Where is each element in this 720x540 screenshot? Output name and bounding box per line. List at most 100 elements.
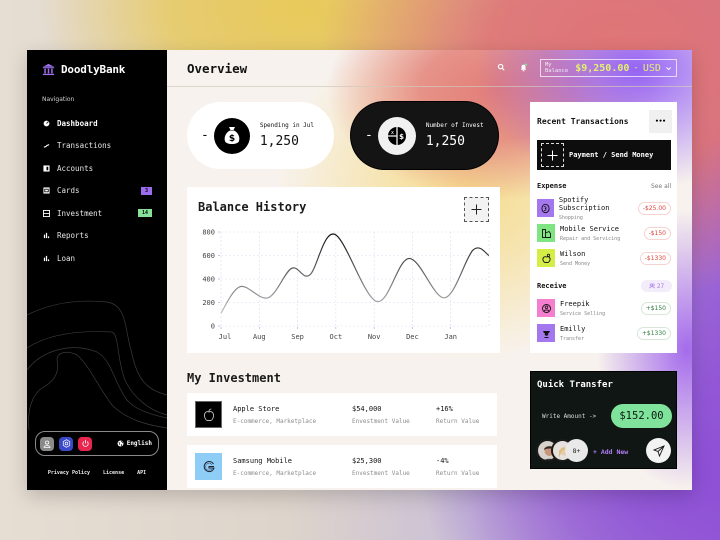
investment-count-badge: 14 (137, 209, 152, 218)
quick-transfer-title: Quick Transfer (537, 380, 613, 390)
receive-item[interactable]: Freepik Service Selling +$150 (537, 297, 671, 319)
stat-label: Number of Invest (425, 122, 484, 129)
write-amount-label: Write Amount -> (542, 413, 597, 420)
y-tick-label: 200 (202, 299, 215, 307)
add-chart-button[interactable] (464, 197, 489, 222)
x-tick-label: Aug (253, 333, 266, 341)
power-icon (81, 439, 89, 447)
brand-name: DoodlyBank (61, 63, 126, 76)
balance-separator: - (633, 63, 639, 73)
transaction-amount: -$25.00 (637, 201, 671, 215)
sidebar-item-label: Investment (57, 208, 103, 218)
expense-item[interactable]: Spotify Subscription Shopping -$25.00 (537, 195, 671, 221)
expense-heading: Expense (537, 182, 567, 190)
stat-prefix: - (201, 128, 209, 143)
language-selector[interactable]: English (117, 440, 154, 447)
chart-title: Balance History (198, 200, 307, 214)
transaction-name: Freepik (560, 299, 590, 308)
money-bag-icon: $ (213, 117, 250, 154)
investment-category: E-commerce, Marketplace (233, 417, 317, 425)
sidebar-item-label: Accounts (57, 163, 94, 173)
api-link[interactable]: API (137, 470, 146, 476)
balance-label: My Balance (545, 62, 569, 74)
sidebar-item-reports[interactable]: Reports (42, 225, 152, 248)
transfer-amount-input[interactable]: $152.00 (611, 404, 672, 428)
send-button[interactable] (646, 438, 671, 463)
invest-count-stat-card[interactable]: - x $ Number of Invest 1,250 (351, 102, 498, 169)
more-options-button[interactable]: ••• (649, 110, 672, 133)
stat-prefix: - (365, 128, 373, 143)
privacy-policy-link[interactable]: Privacy Policy (48, 470, 90, 476)
transactions-icon (42, 142, 50, 150)
balance-history-card: 0 200 400 600 800 Jul Aug Sep Oct Nov Dec Jan Bala… (187, 187, 500, 353)
spotify-icon (537, 199, 554, 217)
investment-row[interactable]: Samsung Mobile E-commerce, Marketplace $… (187, 445, 497, 488)
users-icon (648, 283, 655, 289)
spending-stat-card[interactable]: - $ Spending in Jul 1,250 (187, 102, 334, 169)
svg-text:x: x (391, 130, 394, 136)
investment-icon (42, 209, 50, 217)
investment-return-label: Return Value (436, 417, 480, 425)
balance-currency-selector[interactable]: My Balance $9,250.00 - USD (540, 59, 677, 77)
apple-fruit-icon (537, 249, 555, 267)
sidebar-item-label: Dashboard (57, 118, 98, 128)
investment-value: $54,000 (352, 404, 382, 413)
license-link[interactable]: License (103, 470, 124, 476)
apple-logo-icon (195, 401, 222, 428)
expense-item[interactable]: Wilson Send Money -$1330 (537, 247, 671, 269)
y-tick-label: 400 (202, 276, 215, 284)
language-label: English (126, 440, 152, 447)
user-icon (43, 440, 51, 448)
quick-transfer-card: Quick Transfer Write Amount -> $152.00 8… (530, 371, 677, 469)
transaction-name: Spotify Subscription (558, 195, 610, 212)
brand[interactable]: DoodlyBank (42, 63, 125, 76)
sidebar-item-loan[interactable]: Loan (42, 247, 152, 270)
sidebar-item-cards[interactable]: Cards 3 (42, 180, 152, 203)
add-new-contact-link[interactable]: + Add New (593, 448, 628, 456)
investment-row[interactable]: Apple Store E-commerce, Marketplace $54,… (187, 393, 497, 436)
sidebar-item-label: Cards (57, 186, 80, 196)
x-tick-label: Nov (368, 333, 381, 341)
transaction-name: Wilson (560, 249, 586, 258)
sidebar-item-dashboard[interactable]: Dashboard (42, 112, 152, 135)
transaction-amount: +$150 (640, 301, 671, 315)
main-content: Overview My Balance $9,250.00 - USD - $ … (167, 50, 692, 490)
search-icon[interactable] (497, 63, 506, 72)
transaction-category: Shopping (558, 214, 583, 221)
profile-button[interactable] (40, 436, 54, 451)
balance-line (220, 233, 490, 314)
stat-value: 1,250 (425, 134, 465, 149)
transaction-category: Service Selling (560, 310, 606, 317)
loan-icon (42, 254, 50, 262)
mobile-service-icon (537, 224, 555, 242)
notification-bell-icon[interactable] (519, 63, 528, 72)
plus-icon (541, 143, 564, 167)
receive-heading: Receive (537, 282, 567, 290)
invest-pie-icon: x $ (377, 116, 416, 155)
more-contacts-button[interactable]: 8+ (565, 439, 588, 462)
investment-return: +16% (436, 404, 453, 413)
see-all-link[interactable]: See all (651, 183, 671, 190)
currency-label: USD (642, 62, 661, 74)
plus-icon (471, 204, 482, 215)
settings-button[interactable] (59, 436, 73, 451)
nav-heading: Navigation (42, 96, 75, 103)
payment-send-money-button[interactable]: Payment / Send Money (537, 140, 671, 170)
sidebar-item-accounts[interactable]: Accounts (42, 157, 152, 180)
transfer-amount: $152.00 (619, 410, 664, 422)
investment-value-label: Envestment Value (352, 469, 410, 477)
receive-item[interactable]: Emilly Transfer +$1330 (537, 322, 671, 344)
sidebar-item-label: Transactions (57, 141, 112, 151)
sidebar-item-investment[interactable]: Investment 14 (42, 202, 152, 225)
transactions-title: Recent Transactions (537, 117, 629, 126)
footer-links: Privacy Policy License API (27, 470, 167, 476)
expense-item[interactable]: Mobile Service Repair and Servicing -$15… (537, 222, 671, 244)
transaction-category: Transfer (560, 335, 585, 342)
logout-button[interactable] (78, 436, 92, 451)
dashboard-icon (42, 119, 50, 127)
y-tick-label: 800 (202, 229, 215, 237)
globe-icon (117, 440, 124, 447)
sidebar-item-transactions[interactable]: Transactions (42, 135, 152, 158)
receive-count-badge: 27 (641, 280, 672, 292)
sidebar-footer-controls: English (35, 431, 159, 456)
